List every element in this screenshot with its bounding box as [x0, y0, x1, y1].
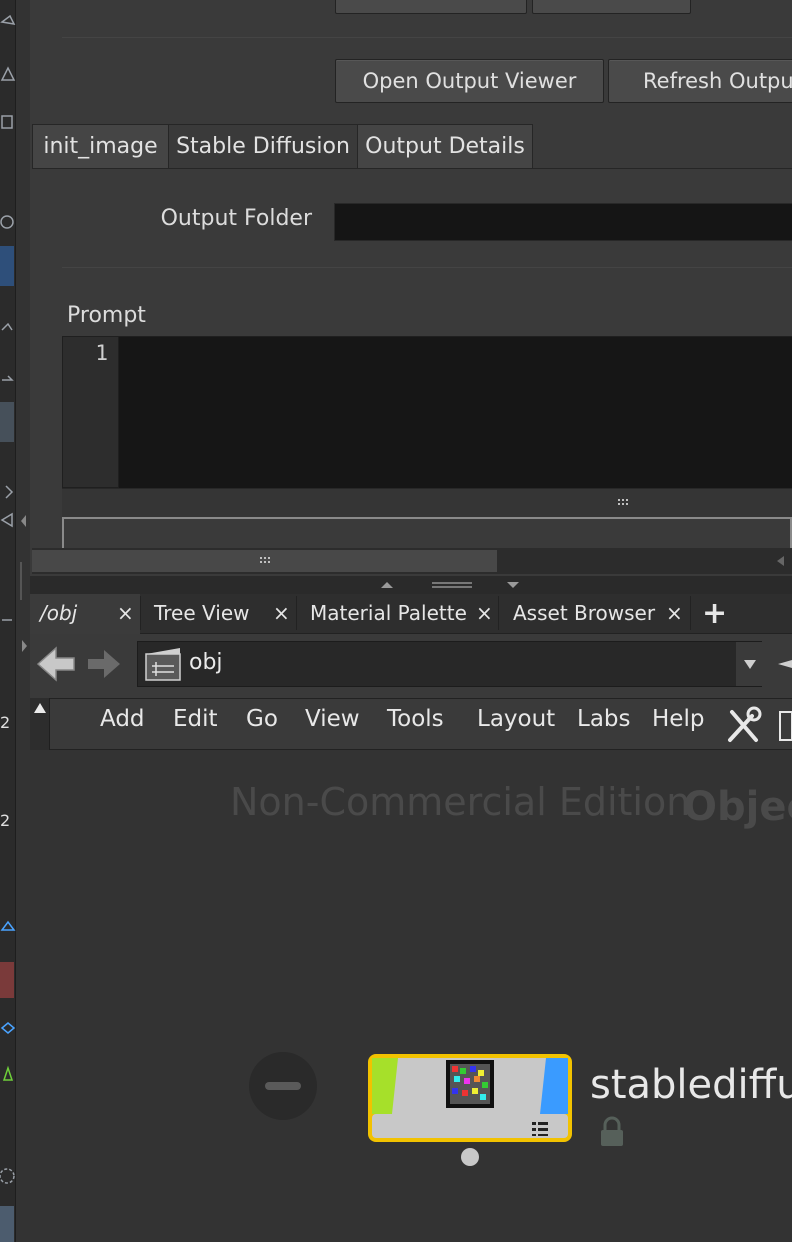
dropdown-icon [744, 660, 756, 669]
pin-icon[interactable] [774, 652, 792, 676]
horizontal-scrollbar[interactable] [32, 548, 792, 574]
menu-labs[interactable]: Labs [577, 706, 631, 732]
close-icon[interactable]: × [117, 594, 134, 632]
scroll-left-icon[interactable] [774, 554, 788, 568]
menu-add[interactable]: Add [100, 706, 145, 732]
shelf-tool-icons[interactable]: 2 2 [0, 0, 16, 1242]
forward-arrow-icon[interactable] [84, 644, 124, 686]
scrollbar-thumb[interactable] [32, 550, 497, 572]
pane-splitter[interactable] [30, 576, 792, 594]
svg-text:2: 2 [0, 811, 10, 830]
collapse-toolbar[interactable] [30, 698, 50, 750]
menu-edit[interactable]: Edit [173, 706, 218, 732]
open-output-viewer-button[interactable]: Open Output Viewer [335, 59, 604, 103]
pane-tab-tree-view[interactable]: Tree View [154, 594, 250, 632]
left-gutter [16, 0, 30, 1242]
refresh-output-button[interactable]: Refresh Output [608, 59, 792, 103]
tab-divider [690, 596, 691, 630]
pane-tab-material-palette[interactable]: Material Palette [310, 594, 467, 632]
top-button-partial-2[interactable] [532, 0, 691, 14]
tab-divider [296, 596, 297, 630]
tab-divider [498, 596, 499, 630]
clapboard-icon [145, 648, 181, 681]
tab-divider [140, 596, 141, 630]
tab-stable-diffusion[interactable]: Stable Diffusion [168, 124, 358, 168]
edition-watermark: Non-Commercial Edition [230, 780, 691, 824]
path-field[interactable]: obj [137, 641, 762, 687]
tools-icon[interactable] [722, 704, 766, 748]
menu-layout[interactable]: Layout [477, 706, 555, 732]
back-arrow-icon[interactable] [36, 644, 76, 686]
close-icon[interactable]: × [273, 594, 290, 632]
context-watermark: Objec [683, 784, 792, 830]
next-field-partial[interactable] [62, 517, 792, 549]
prompt-resize-bar[interactable] [62, 488, 792, 518]
layout-icon[interactable] [776, 708, 792, 744]
svg-text:2: 2 [0, 713, 10, 732]
left-tool-strip: 2 2 [0, 0, 16, 1242]
separator [62, 267, 792, 268]
close-icon[interactable]: × [666, 594, 683, 632]
pane-tab-obj[interactable]: /obj [40, 594, 77, 632]
collapse-icon [34, 703, 46, 713]
node-name: stablediffu [590, 1062, 792, 1108]
separator [62, 37, 792, 38]
menu-help[interactable]: Help [652, 706, 704, 732]
pane-tab-asset-browser[interactable]: Asset Browser [513, 594, 655, 632]
output-folder-label: Output Folder [160, 206, 312, 231]
prompt-label: Prompt [67, 303, 146, 328]
grip-icon [618, 499, 628, 505]
menu-go[interactable]: Go [246, 706, 278, 732]
lock-icon[interactable] [598, 1116, 626, 1148]
tab-underline [32, 168, 792, 169]
tab-init-image[interactable]: init_image [32, 124, 169, 168]
stablediffusion-node[interactable] [366, 1052, 576, 1146]
bypass-icon[interactable] [247, 1050, 319, 1122]
menu-view[interactable]: View [305, 706, 360, 732]
output-folder-field[interactable] [334, 203, 792, 241]
prompt-line-gutter: 1 [62, 336, 119, 488]
path-value: obj [189, 650, 223, 675]
tab-output-details[interactable]: Output Details [357, 124, 533, 168]
grip-icon [260, 557, 270, 563]
path-dropdown[interactable] [736, 642, 762, 686]
line-number: 1 [95, 341, 108, 365]
top-button-partial-1[interactable] [335, 0, 527, 14]
prompt-editor[interactable] [119, 336, 792, 488]
node-output-connector[interactable] [460, 1147, 480, 1167]
plus-icon[interactable]: + [702, 594, 727, 632]
menu-tools[interactable]: Tools [387, 706, 444, 732]
close-icon[interactable]: × [476, 594, 493, 632]
